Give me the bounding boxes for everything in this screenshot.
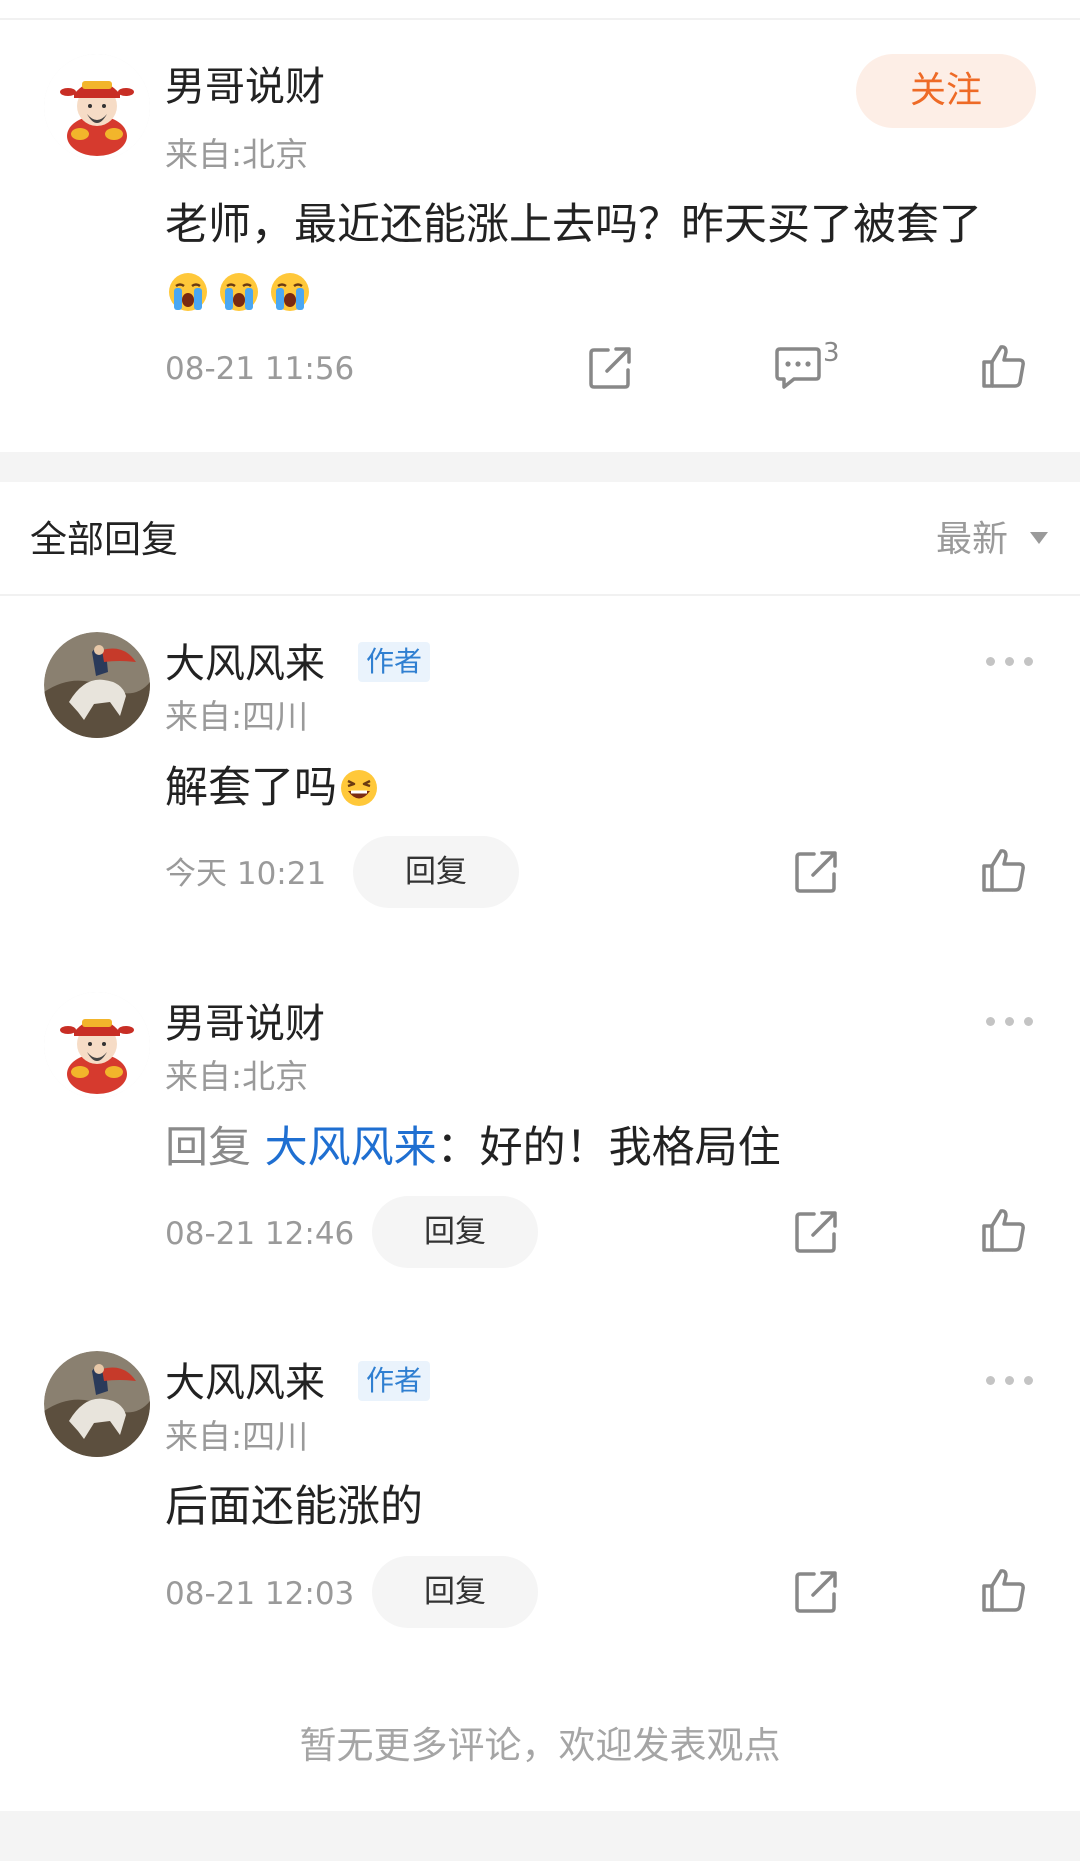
reply-target-link[interactable]: 大风风来 <box>265 1123 437 1173</box>
no-more-comments-text: 暂无更多评论，欢迎发表观点 <box>299 1724 781 1767</box>
more-options-icon[interactable] <box>986 1372 1036 1388</box>
horse-rider-avatar-image <box>44 1351 150 1457</box>
reply-prefix-label: 回复 <box>165 1123 251 1173</box>
bottom-separator <box>0 1811 1080 1861</box>
avatar-reply-3[interactable] <box>44 1351 150 1457</box>
reply-2-text: ：好的！我格局住 <box>436 1123 781 1173</box>
main-comment-text: 老师，最近还能涨上去吗？昨天买了被套了 <box>165 200 982 250</box>
reply-3-time: 08-21 12:03 <box>165 1576 355 1612</box>
main-comment-time: 08-21 11:56 <box>165 351 355 387</box>
follow-button[interactable]: 关注 <box>856 54 1036 128</box>
more-options-icon[interactable] <box>986 1013 1036 1029</box>
comment-icon[interactable] <box>774 344 822 390</box>
share-icon[interactable] <box>586 344 634 392</box>
god-of-wealth-avatar-image <box>44 992 150 1098</box>
god-of-wealth-avatar-image <box>44 54 150 160</box>
reply-1-text: 解套了吗 <box>165 763 337 813</box>
reply-button[interactable]: 回复 <box>353 836 519 908</box>
crying-emoji-icon <box>169 273 207 311</box>
reply-1-author[interactable]: 大风风来 <box>165 640 325 688</box>
all-replies-title: 全部回复 <box>30 518 178 561</box>
author-badge: 作者 <box>358 1361 431 1401</box>
reply-button[interactable]: 回复 <box>372 1556 538 1628</box>
author-badge: 作者 <box>358 642 431 682</box>
avatar-reply-2[interactable] <box>44 992 150 1098</box>
avatar-main-comment[interactable] <box>44 54 150 160</box>
sort-dropdown-label[interactable]: 最新 <box>936 518 1008 562</box>
like-icon[interactable] <box>980 846 1028 894</box>
crying-emoji-icon <box>220 273 259 311</box>
share-icon[interactable] <box>792 848 840 896</box>
reply-2-content: 回复 大风风来：好的！我格局住 <box>165 1122 781 1174</box>
avatar-reply-1[interactable] <box>44 632 150 738</box>
top-divider <box>0 18 1080 20</box>
main-comment-emojis <box>165 270 313 314</box>
reply-2-author[interactable]: 男哥说财 <box>165 1000 325 1048</box>
like-icon[interactable] <box>980 1566 1028 1614</box>
reply-2-time: 08-21 12:46 <box>165 1216 355 1252</box>
main-comment-author[interactable]: 男哥说财 <box>165 63 325 111</box>
like-icon[interactable] <box>980 342 1028 390</box>
comment-count-badge: 3 <box>823 338 840 368</box>
like-icon[interactable] <box>980 1206 1028 1254</box>
horse-rider-avatar-image <box>44 632 150 738</box>
laughing-emoji-icon <box>341 770 377 806</box>
reply-2-location: 来自:北京 <box>165 1057 309 1096</box>
reply-1-location: 来自:四川 <box>165 697 309 736</box>
main-comment-location: 来自:北京 <box>165 135 309 174</box>
section-separator <box>0 452 1080 482</box>
more-options-icon[interactable] <box>986 653 1036 669</box>
header-divider <box>0 594 1080 596</box>
reply-1-content: 解套了吗 <box>165 762 379 814</box>
reply-1-time: 今天 10:21 <box>165 856 327 892</box>
reply-3-text: 后面还能涨的 <box>165 1482 423 1532</box>
crying-emoji-icon <box>271 273 310 311</box>
caret-down-icon[interactable] <box>1030 532 1048 544</box>
share-icon[interactable] <box>792 1208 840 1256</box>
reply-3-author[interactable]: 大风风来 <box>165 1359 325 1407</box>
reply-3-location: 来自:四川 <box>165 1417 309 1456</box>
share-icon[interactable] <box>792 1568 840 1616</box>
reply-button[interactable]: 回复 <box>372 1196 538 1268</box>
